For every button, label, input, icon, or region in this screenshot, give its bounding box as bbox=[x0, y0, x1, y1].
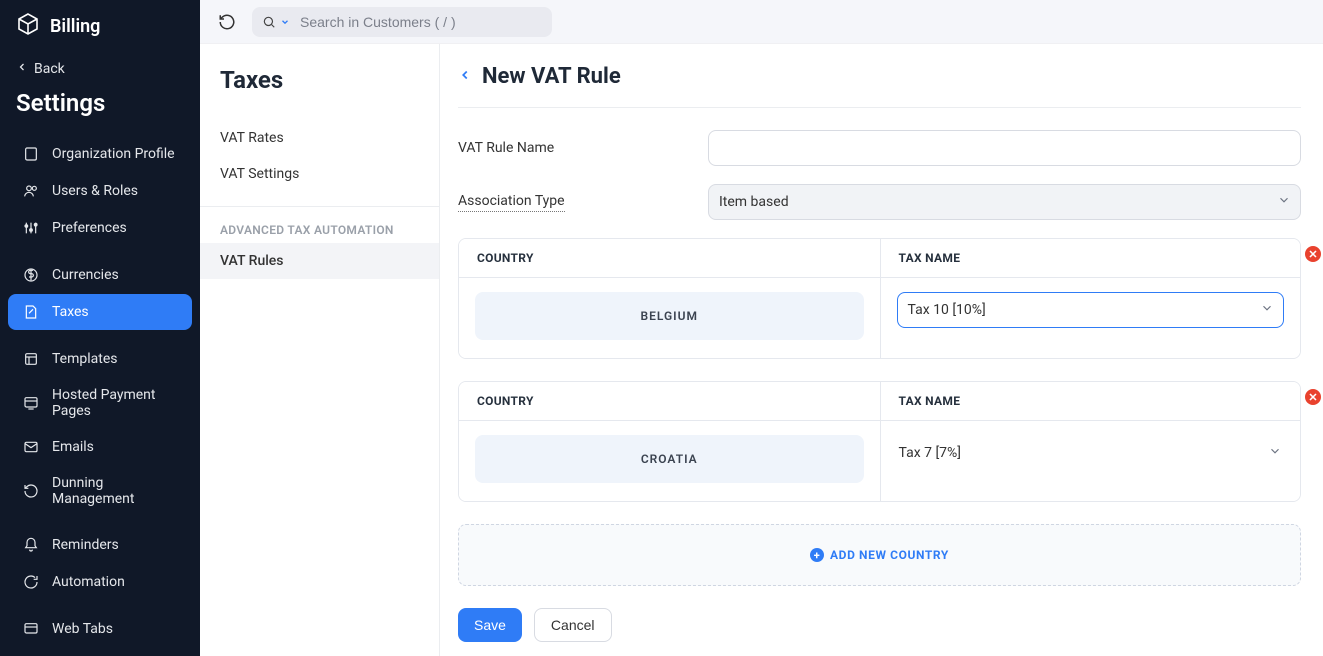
add-country-button[interactable]: + ADD NEW COUNTRY bbox=[458, 524, 1301, 586]
plus-icon: + bbox=[810, 548, 824, 562]
brand-label: Billing bbox=[50, 16, 100, 37]
subnav-title: Taxes bbox=[200, 44, 439, 120]
main-content: New VAT Rule VAT Rule Name Association T… bbox=[440, 44, 1323, 656]
nav-group-mid: Currencies Taxes bbox=[0, 256, 200, 339]
sidebar-item-dunning-management[interactable]: Dunning Management bbox=[8, 466, 192, 516]
country-pill[interactable]: CROATIA bbox=[475, 435, 864, 483]
subnav-item-vat-rates[interactable]: VAT Rates bbox=[200, 120, 439, 156]
sidebar-item-label: Automation bbox=[52, 574, 125, 590]
search-input[interactable] bbox=[290, 14, 542, 30]
sidebar-item-label: Templates bbox=[52, 351, 118, 367]
brand-logo-icon bbox=[16, 12, 40, 41]
search-wrap[interactable] bbox=[252, 7, 552, 37]
subnav-item-vat-rules[interactable]: VAT Rules bbox=[200, 243, 439, 279]
nav-group-top: Organization Profile Users & Roles Prefere… bbox=[0, 135, 200, 255]
tax-name-value: Tax 10 [10%] bbox=[908, 302, 986, 318]
app-sidebar: Billing Back Settings Organization Profi… bbox=[0, 0, 200, 656]
country-tax-block: COUNTRY TAX NAME CROATIA Tax 7 [7%] ✕ bbox=[458, 381, 1301, 502]
users-icon bbox=[22, 182, 40, 200]
automation-icon bbox=[22, 573, 40, 591]
dunning-icon bbox=[22, 482, 40, 500]
prefs-icon bbox=[22, 219, 40, 237]
sidebar-item-label: Web Tabs bbox=[52, 621, 113, 637]
sidebar-item-label: Taxes bbox=[52, 304, 89, 320]
tax-name-select[interactable]: Tax 7 [7%] bbox=[897, 435, 1285, 471]
association-type-select[interactable]: Item based bbox=[708, 184, 1301, 220]
association-type-label: Association Type bbox=[458, 193, 565, 212]
sidebar-item-taxes[interactable]: Taxes bbox=[8, 294, 192, 330]
taxes-icon bbox=[22, 303, 40, 321]
emails-icon bbox=[22, 438, 40, 456]
country-tax-block: COUNTRY TAX NAME BELGIUM Tax 10 [10%] ✕ bbox=[458, 238, 1301, 359]
sidebar-item-users-roles[interactable]: Users & Roles bbox=[8, 173, 192, 209]
sidebar-item-currencies[interactable]: Currencies bbox=[8, 257, 192, 293]
sidebar-item-reminders[interactable]: Reminders bbox=[8, 527, 192, 563]
association-type-value: Item based bbox=[719, 194, 789, 210]
sidebar-item-label: Hosted Payment Pages bbox=[52, 387, 178, 419]
chevron-left-icon bbox=[16, 61, 28, 77]
save-button[interactable]: Save bbox=[458, 608, 522, 642]
add-country-label: ADD NEW COUNTRY bbox=[830, 548, 949, 562]
nav-group-last: Reminders Automation bbox=[0, 526, 200, 609]
sidebar-item-label: Dunning Management bbox=[52, 475, 178, 507]
col-tax-header: TAX NAME bbox=[880, 239, 1301, 277]
page-title: New VAT Rule bbox=[482, 64, 621, 89]
sidebar-item-label: Reminders bbox=[52, 537, 119, 553]
reminders-icon bbox=[22, 536, 40, 554]
col-tax-header: TAX NAME bbox=[880, 382, 1301, 420]
templates-icon bbox=[22, 350, 40, 368]
nav-group-bottom: Templates Hosted Payment Pages Emails Dunni… bbox=[0, 340, 200, 525]
col-country-header: COUNTRY bbox=[459, 382, 880, 420]
sidebar-item-label: Organization Profile bbox=[52, 146, 175, 162]
subnav-section-label: ADVANCED TAX AUTOMATION bbox=[200, 207, 439, 243]
back-link[interactable]: Back bbox=[0, 55, 200, 83]
sidebar-item-preferences[interactable]: Preferences bbox=[8, 210, 192, 246]
name-label: VAT Rule Name bbox=[458, 140, 554, 156]
chevron-down-icon bbox=[1268, 444, 1282, 462]
vat-rule-name-input[interactable] bbox=[708, 130, 1301, 166]
delete-row-button[interactable]: ✕ bbox=[1305, 389, 1321, 405]
search-icon bbox=[262, 15, 290, 29]
sidebar-item-label: Currencies bbox=[52, 267, 119, 283]
brand: Billing bbox=[0, 0, 200, 55]
col-country-header: COUNTRY bbox=[459, 239, 880, 277]
tax-name-value: Tax 7 [7%] bbox=[899, 445, 962, 461]
sidebar-item-emails[interactable]: Emails bbox=[8, 429, 192, 465]
org-icon bbox=[22, 145, 40, 163]
sidebar-item-hosted-payment-pages[interactable]: Hosted Payment Pages bbox=[8, 378, 192, 428]
sidebar-item-templates[interactable]: Templates bbox=[8, 341, 192, 377]
sidebar-item-web-tabs[interactable]: Web Tabs bbox=[8, 611, 192, 647]
settings-heading: Settings bbox=[0, 83, 200, 135]
subnav-item-vat-settings[interactable]: VAT Settings bbox=[200, 156, 439, 192]
sidebar-item-label: Users & Roles bbox=[52, 183, 138, 199]
delete-row-button[interactable]: ✕ bbox=[1305, 246, 1321, 262]
country-pill[interactable]: BELGIUM bbox=[475, 292, 864, 340]
page-back-button[interactable] bbox=[458, 68, 472, 86]
sidebar-item-automation[interactable]: Automation bbox=[8, 564, 192, 600]
tax-name-select[interactable]: Tax 10 [10%] bbox=[897, 292, 1285, 328]
topbar bbox=[200, 0, 1323, 44]
refresh-button[interactable] bbox=[214, 9, 240, 35]
currency-icon bbox=[22, 266, 40, 284]
cancel-button[interactable]: Cancel bbox=[534, 608, 612, 642]
back-label: Back bbox=[34, 61, 65, 77]
sidebar-item-label: Emails bbox=[52, 439, 94, 455]
webtabs-icon bbox=[22, 620, 40, 638]
hosted-icon bbox=[22, 394, 40, 412]
sidebar-item-label: Preferences bbox=[52, 220, 127, 236]
sidebar-item-organization-profile[interactable]: Organization Profile bbox=[8, 136, 192, 172]
nav-group-tail: Web Tabs bbox=[0, 610, 200, 656]
subnav: Taxes VAT RatesVAT Settings ADVANCED TAX… bbox=[200, 44, 440, 656]
